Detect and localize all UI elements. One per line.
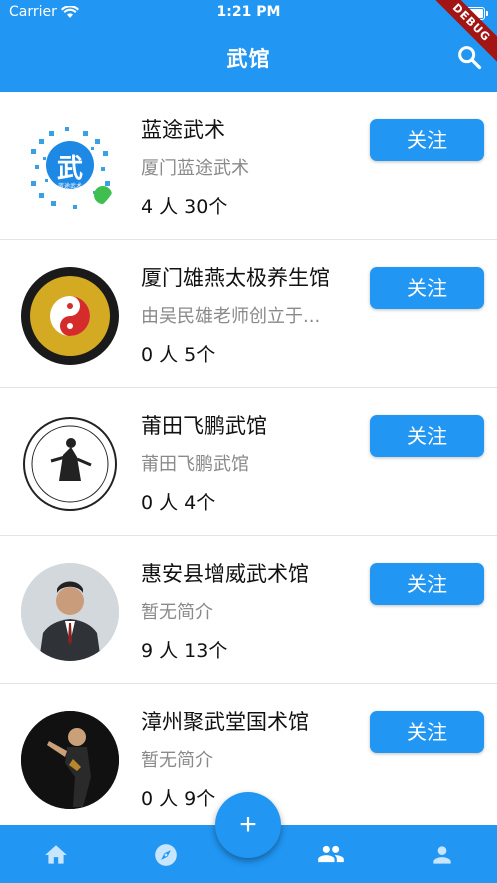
gym-stats: 0 人 5个: [141, 344, 216, 366]
search-icon[interactable]: [455, 43, 483, 71]
gym-name: 厦门雄燕太极养生馆: [141, 266, 330, 290]
gym-stats: 0 人 9个: [141, 788, 216, 810]
list-item[interactable]: 惠安县增威武术馆 暂无简介 9 人 13个 关注: [0, 536, 497, 684]
gym-description: 暂无简介: [141, 750, 213, 771]
list-item[interactable]: 莆田飞鹏武馆 莆田飞鹏武馆 0 人 4个 关注: [0, 388, 497, 536]
avatar: [21, 415, 119, 513]
follow-button[interactable]: 关注: [370, 119, 484, 161]
gym-description: 厦门蓝途武术: [141, 158, 249, 179]
avatar: 武 蓝途武术: [21, 119, 119, 217]
gym-stats: 4 人 30个: [141, 196, 228, 218]
person-photo-icon: [21, 563, 119, 661]
follow-button[interactable]: 关注: [370, 711, 484, 753]
avatar: [21, 711, 119, 809]
martial-artist-photo-icon: [21, 711, 119, 809]
avatar-subtext: 蓝途武术: [57, 183, 82, 190]
add-button[interactable]: +: [215, 792, 281, 858]
gym-description: 暂无简介: [141, 602, 213, 623]
gym-name: 蓝途武术: [141, 118, 225, 142]
gym-name: 莆田飞鹏武馆: [141, 414, 267, 438]
person-icon[interactable]: [429, 842, 455, 868]
avatar-text: 武: [56, 154, 83, 184]
avatar: [21, 267, 119, 365]
list-item[interactable]: 厦门雄燕太极养生馆 由吴民雄老师创立于... 0 人 5个 关注: [0, 240, 497, 388]
app-bar: Carrier 1:21 PM DEBUG 武馆: [0, 0, 497, 92]
status-time: 1:21 PM: [216, 4, 281, 20]
gym-name: 漳州聚武堂国术馆: [141, 710, 309, 734]
feipeng-logo-icon: [23, 417, 117, 511]
list-item[interactable]: 武 蓝途武术 蓝途武术 厦门蓝途武术 4 人 30个 关注: [0, 92, 497, 240]
gym-list: 武 蓝途武术 蓝途武术 厦门蓝途武术 4 人 30个 关注 厦门雄燕太极养生馆 …: [0, 92, 497, 832]
follow-button[interactable]: 关注: [370, 563, 484, 605]
page-title: 武馆: [226, 47, 271, 71]
people-icon[interactable]: [314, 840, 348, 868]
follow-button[interactable]: 关注: [370, 415, 484, 457]
gym-stats: 9 人 13个: [141, 640, 228, 662]
compass-icon[interactable]: [153, 842, 179, 868]
status-bar: Carrier 1:21 PM: [0, 0, 497, 26]
taichi-logo-icon: [24, 270, 116, 362]
gym-description: 莆田飞鹏武馆: [141, 454, 249, 475]
avatar: [21, 563, 119, 661]
gym-name: 惠安县增威武术馆: [141, 562, 309, 586]
add-icon: +: [239, 808, 257, 841]
gym-stats: 0 人 4个: [141, 492, 216, 514]
follow-button[interactable]: 关注: [370, 267, 484, 309]
home-icon[interactable]: [43, 842, 69, 868]
gym-description: 由吴民雄老师创立于...: [141, 306, 321, 327]
